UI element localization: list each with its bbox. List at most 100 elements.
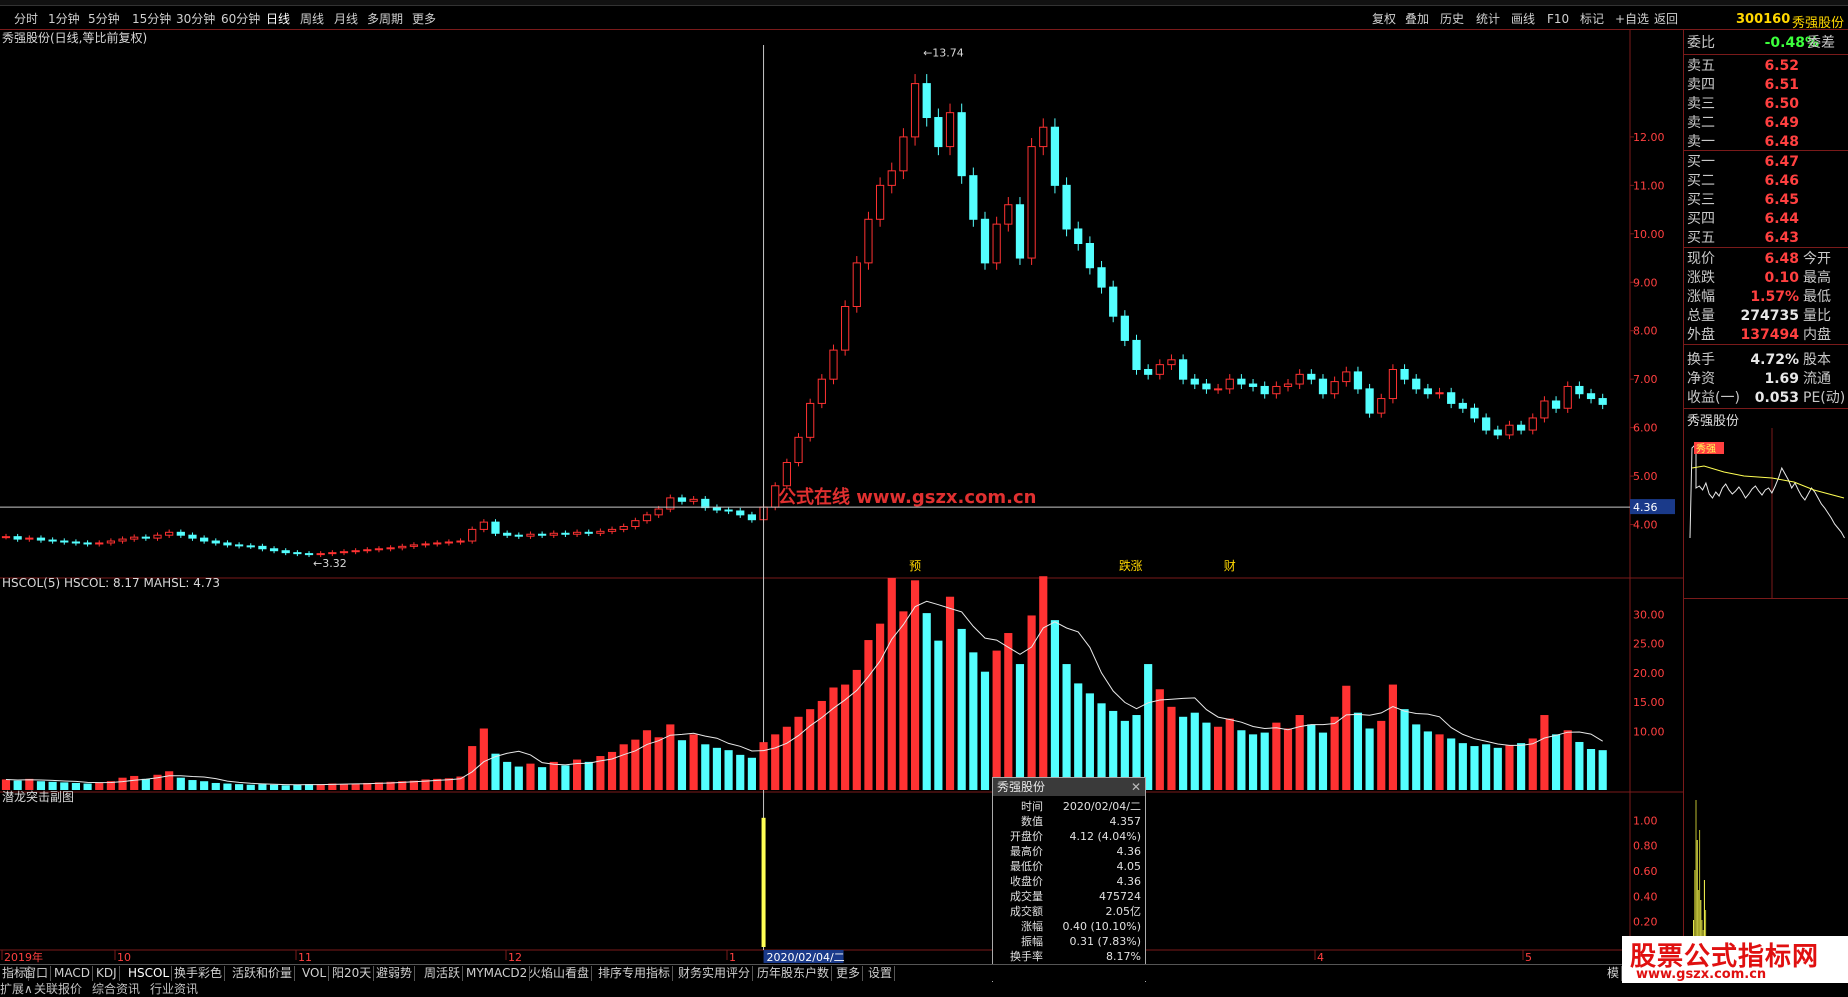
candle-body[interactable] <box>1237 378 1246 385</box>
info-tab-3[interactable]: 行业资讯 <box>150 982 198 997</box>
candle-body[interactable] <box>1307 373 1316 380</box>
candle-body[interactable] <box>1470 407 1479 419</box>
candle-body[interactable] <box>747 514 757 521</box>
sell-row[interactable]: 卖三 6.50 <box>1684 95 1848 114</box>
candle-body[interactable] <box>1388 368 1398 400</box>
candle-body[interactable] <box>468 528 477 542</box>
info-tab-1[interactable]: 关联报价 <box>34 982 82 997</box>
candle-body[interactable] <box>1365 388 1374 414</box>
candle-body[interactable] <box>386 547 395 550</box>
candle-body[interactable] <box>456 540 465 543</box>
bottom-right-tab[interactable]: 模 <box>1605 966 1623 981</box>
candle-body[interactable] <box>642 514 652 522</box>
candle-body[interactable] <box>1260 385 1269 395</box>
candle-body[interactable] <box>1377 398 1386 414</box>
indicator-tab-1[interactable]: 窗口 <box>22 966 52 981</box>
candle-body[interactable] <box>852 262 861 307</box>
indicator-tab-13[interactable]: 排序专用指标 <box>596 966 674 981</box>
candle-body[interactable] <box>234 544 244 547</box>
candle-body[interactable] <box>1318 378 1328 395</box>
candle-body[interactable] <box>841 306 850 351</box>
candle-body[interactable] <box>316 553 325 556</box>
candle-body[interactable] <box>817 378 826 404</box>
candle-body[interactable] <box>25 537 34 540</box>
candle-body[interactable] <box>712 507 722 511</box>
candle-body[interactable] <box>281 550 290 554</box>
indicator-tab-10[interactable]: 周活跃 <box>422 966 464 981</box>
candle-body[interactable] <box>71 541 81 544</box>
sell-row[interactable]: 卖五 6.52 <box>1684 57 1848 76</box>
candle-body[interactable] <box>1004 204 1013 225</box>
period-tab-10[interactable]: 更多 <box>412 10 436 28</box>
candle-body[interactable] <box>1050 126 1060 186</box>
candle-body[interactable] <box>374 548 384 551</box>
indicator-tab-3[interactable]: KDJ <box>94 966 120 981</box>
info-tab-0[interactable]: 扩展∧ <box>0 982 33 997</box>
candle-body[interactable] <box>421 543 430 546</box>
candle-body[interactable] <box>631 520 640 527</box>
candle-body[interactable] <box>864 218 873 264</box>
period-tab-3[interactable]: 15分钟 <box>132 10 171 28</box>
candle-body[interactable] <box>211 540 220 544</box>
info-tab-2[interactable]: 综合资讯 <box>92 982 140 997</box>
buy-row[interactable]: 买五 6.43 <box>1684 229 1848 248</box>
period-tab-5[interactable]: 60分钟 <box>221 10 260 28</box>
candle-body[interactable] <box>363 549 372 552</box>
candle-body[interactable] <box>957 112 966 177</box>
candle-body[interactable] <box>596 530 605 534</box>
candle-body[interactable] <box>258 545 267 550</box>
candle-body[interactable] <box>1563 385 1572 409</box>
candle-body[interactable] <box>1435 392 1444 395</box>
indicator-tab-4[interactable]: HSCOL <box>126 966 173 981</box>
candle-body[interactable] <box>922 83 931 119</box>
candle-body[interactable] <box>188 534 197 539</box>
toolbar-btn-2[interactable]: 历史 <box>1440 10 1464 28</box>
candle-body[interactable] <box>269 548 279 552</box>
candle-body[interactable] <box>806 402 815 438</box>
candle-body[interactable] <box>141 536 150 539</box>
candle-body[interactable] <box>1190 378 1199 385</box>
candle-body[interactable] <box>246 545 255 548</box>
period-tab-7[interactable]: 周线 <box>300 10 324 28</box>
event-marker[interactable]: 财 <box>1224 559 1236 573</box>
toolbar-btn-7[interactable]: +自选 <box>1615 10 1649 28</box>
candle-body[interactable] <box>1540 400 1549 419</box>
candle-body[interactable] <box>491 521 500 534</box>
candle-body[interactable] <box>1144 368 1153 375</box>
candle-body[interactable] <box>1516 424 1526 431</box>
candle-body[interactable] <box>969 175 978 220</box>
candle-body[interactable] <box>339 551 349 554</box>
toolbar-btn-8[interactable]: 返回 <box>1654 10 1678 28</box>
indicator-tab-5[interactable]: 换手彩色 <box>172 966 226 981</box>
candle-body[interactable] <box>1295 373 1304 385</box>
candle-body[interactable] <box>887 170 896 186</box>
indicator-tab-6[interactable]: 活跃和价量 <box>230 966 296 981</box>
candle-body[interactable] <box>1586 393 1596 400</box>
candle-body[interactable] <box>677 497 687 502</box>
candle-body[interactable] <box>118 538 127 542</box>
candle-body[interactable] <box>328 552 337 555</box>
candle-body[interactable] <box>1400 368 1409 380</box>
candle-body[interactable] <box>1132 339 1141 370</box>
period-tab-4[interactable]: 30分钟 <box>176 10 215 28</box>
candle-body[interactable] <box>1412 378 1421 390</box>
indicator-tab-15[interactable]: 历年股东户数 <box>755 966 833 981</box>
indicator-tab-8[interactable]: 阳20天 <box>330 966 375 981</box>
period-tab-0[interactable]: 分时 <box>14 10 38 28</box>
candle-body[interactable] <box>398 545 407 549</box>
indicator-tab-9[interactable]: 避弱势 <box>374 966 416 981</box>
candle-body[interactable] <box>1167 359 1176 366</box>
candle-body[interactable] <box>1179 359 1188 380</box>
candle-body[interactable] <box>584 531 593 534</box>
candle-body[interactable] <box>561 532 570 535</box>
candle-body[interactable] <box>304 553 314 556</box>
candle-body[interactable] <box>433 542 442 545</box>
candle-body[interactable] <box>1598 398 1607 405</box>
candle-body[interactable] <box>48 539 57 542</box>
candle-body[interactable] <box>1027 146 1036 259</box>
data-tooltip[interactable]: 秀强股份 ✕ 时间 2020/02/04/二 数值 4.357 开盘价 4.12 (4.04… <box>992 777 1146 986</box>
candle-body[interactable] <box>1097 267 1106 288</box>
candle-body[interactable] <box>223 542 232 546</box>
candle-body[interactable] <box>444 541 453 544</box>
candle-body[interactable] <box>572 531 582 535</box>
